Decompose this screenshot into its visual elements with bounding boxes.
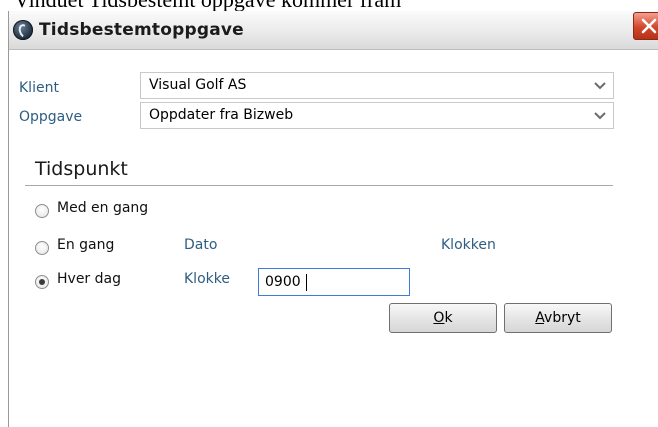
ok-mnemonic: O (433, 310, 445, 326)
dato-label: Dato (184, 237, 218, 253)
tidspunkt-section-title: Tidspunkt (35, 158, 128, 180)
chevron-down-icon[interactable] (587, 73, 613, 98)
window-title: Tidsbestemtoppgave (39, 20, 244, 40)
chevron-down-icon[interactable] (587, 103, 613, 128)
klient-label: Klient (19, 80, 59, 96)
avbryt-mnemonic: A (535, 310, 545, 326)
ok-button[interactable]: Ok (389, 303, 497, 333)
radio-label-en-gang[interactable]: En gang (57, 237, 114, 253)
radio-en-gang[interactable] (35, 241, 49, 255)
radio-label-med-en-gang[interactable]: Med en gang (57, 200, 148, 216)
avbryt-label-rest: vbryt (544, 310, 581, 326)
avbryt-button[interactable]: Avbryt (504, 303, 612, 333)
close-icon (641, 18, 657, 34)
oppgave-select[interactable]: Oppdater fra Bizweb (140, 102, 614, 129)
radio-hver-dag[interactable] (35, 275, 49, 289)
dialog-window: Tidsbestemtoppgave Klient Visual Golf AS… (8, 11, 658, 427)
klokke-input[interactable] (259, 269, 409, 295)
section-divider (25, 185, 613, 186)
close-button[interactable] (633, 12, 658, 40)
klokke-input-wrapper[interactable] (258, 268, 410, 296)
klokken-label: Klokken (441, 237, 496, 253)
radio-label-hver-dag[interactable]: Hver dag (57, 271, 121, 287)
app-logo-icon (13, 20, 33, 40)
radio-med-en-gang[interactable] (35, 204, 49, 218)
text-caret (306, 274, 307, 291)
oppgave-value: Oppdater fra Bizweb (149, 107, 294, 123)
ok-label-rest: k (444, 310, 453, 326)
klient-select[interactable]: Visual Golf AS (140, 72, 614, 99)
klient-value: Visual Golf AS (149, 77, 247, 93)
title-bar[interactable]: Tidsbestemtoppgave (9, 11, 658, 50)
oppgave-label: Oppgave (19, 109, 83, 125)
klokke-label: Klokke (184, 271, 230, 287)
document-caption: Vinduet Tidsbestemt oppgave kommer fram (0, 0, 658, 11)
